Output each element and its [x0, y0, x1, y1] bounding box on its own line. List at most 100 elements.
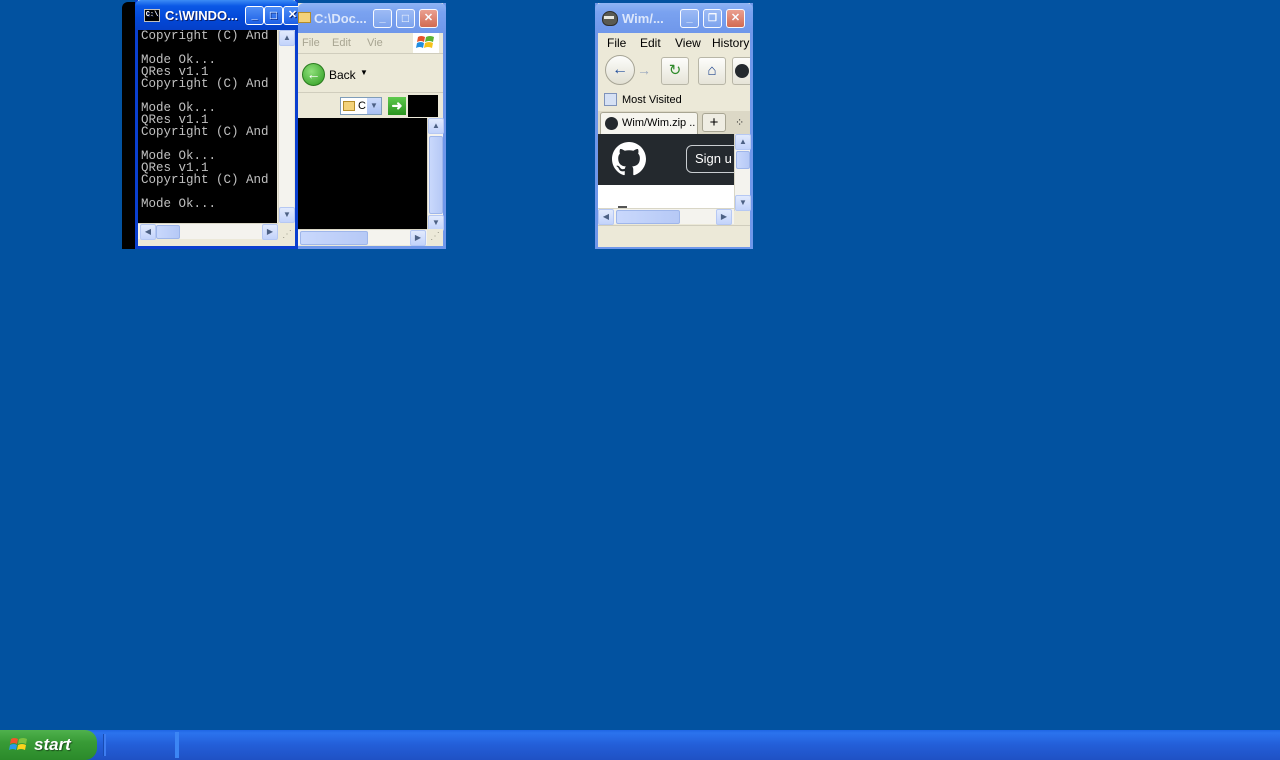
- taskbar-divider: [175, 732, 179, 758]
- explorer-address-bar: C ▼ ➜: [298, 93, 443, 118]
- explorer-vertical-scrollbar[interactable]: ▲ ▼: [427, 118, 444, 231]
- reload-button[interactable]: ↻: [661, 57, 689, 85]
- explorer-titlebar[interactable]: C:\Doc... _ □ ✕: [298, 3, 446, 33]
- scroll-up-button[interactable]: ▲: [428, 118, 444, 134]
- github-header: Sign u: [598, 134, 746, 185]
- reload-icon: ↻: [668, 62, 682, 79]
- scroll-thumb[interactable]: [300, 231, 368, 245]
- close-button[interactable]: ✕: [419, 9, 438, 28]
- menu-view[interactable]: Vie: [367, 37, 383, 49]
- explorer-title: C:\Doc...: [314, 11, 367, 26]
- scroll-left-button[interactable]: ◀: [140, 224, 156, 240]
- console-line: Mode Ok...: [141, 197, 217, 211]
- github-icon: [605, 117, 618, 130]
- console-shadow-strip: [122, 2, 135, 249]
- windows-flag-icon: [9, 738, 27, 750]
- site-identity-button[interactable]: [732, 57, 750, 85]
- console-line: Copyright (C) And: [141, 30, 269, 43]
- back-arrow-icon: ←: [612, 61, 628, 78]
- scroll-up-button[interactable]: ▲: [279, 30, 295, 46]
- go-arrow-icon[interactable]: ➜: [388, 97, 406, 115]
- scroll-thumb[interactable]: [616, 210, 680, 224]
- maximize-button[interactable]: □: [264, 6, 283, 25]
- resize-grip-icon[interactable]: ⋰: [427, 229, 443, 245]
- back-dropdown-icon[interactable]: ▼: [360, 68, 368, 77]
- back-arrow-icon[interactable]: ←: [302, 63, 325, 86]
- quick-launch-divider: [103, 734, 106, 756]
- start-button[interactable]: start: [0, 730, 97, 760]
- plus-icon: +: [709, 114, 719, 131]
- minimize-button[interactable]: _: [245, 6, 264, 25]
- firefox-title: Wim/...: [622, 11, 664, 26]
- console-window[interactable]: C:\ C:\WINDO... _ □ ✕ Copyright (C) And M…: [135, 0, 302, 249]
- console-vertical-scrollbar[interactable]: ▲ ▼: [278, 30, 295, 223]
- console-title: C:\WINDO...: [165, 8, 238, 23]
- scroll-right-button[interactable]: ▶: [716, 209, 732, 225]
- page-horizontal-scrollbar[interactable]: ◀ ▶: [598, 208, 734, 225]
- minimize-button[interactable]: _: [680, 9, 699, 28]
- firefox-raccoon-eyes-icon: [604, 16, 614, 19]
- back-button[interactable]: ←: [605, 55, 635, 85]
- menu-file[interactable]: File: [607, 36, 626, 50]
- firefox-page-content[interactable]: Sign u: [598, 134, 746, 211]
- explorer-content[interactable]: [298, 118, 427, 231]
- restore-button[interactable]: ❐: [703, 9, 722, 28]
- address-input[interactable]: C ▼: [340, 97, 382, 115]
- scroll-down-button[interactable]: ▼: [279, 207, 295, 223]
- console-line: Copyright (C) And: [141, 77, 269, 91]
- address-dropdown-button[interactable]: ▼: [367, 98, 381, 114]
- scroll-up-button[interactable]: ▲: [735, 134, 751, 150]
- folder-icon: [343, 101, 355, 111]
- taskbar: start: [0, 730, 1280, 760]
- address-text: C: [358, 100, 366, 112]
- console-titlebar[interactable]: C:\ C:\WINDO... _ □ ✕: [135, 0, 302, 30]
- most-visited-bookmark[interactable]: Most Visited: [622, 94, 682, 106]
- firefox-status-bar: [598, 225, 750, 247]
- list-all-tabs-icon[interactable]: ⁘: [735, 116, 744, 129]
- scroll-thumb[interactable]: [156, 225, 180, 239]
- home-icon: ⌂: [707, 62, 717, 79]
- bookmark-page-icon: [604, 93, 617, 106]
- close-button[interactable]: ✕: [726, 9, 745, 28]
- tab-label: Wim/Wim.zip ...: [622, 117, 696, 129]
- firefox-tab-strip: Wim/Wim.zip ... + ⁘: [598, 111, 750, 134]
- firefox-menubar: File Edit View History: [598, 33, 750, 53]
- console-output[interactable]: Copyright (C) And Mode Ok... QRes v1.1 Copy…: [138, 30, 277, 223]
- start-label: start: [34, 735, 71, 754]
- firefox-titlebar[interactable]: Wim/... _ ❐ ✕: [595, 3, 753, 33]
- console-icon: C:\: [144, 9, 160, 22]
- menu-view[interactable]: View: [675, 36, 701, 50]
- explorer-horizontal-scrollbar[interactable]: ▶: [298, 229, 427, 246]
- scroll-left-button[interactable]: ◀: [598, 209, 614, 225]
- sign-up-label: Sign u: [695, 151, 732, 166]
- explorer-menubar: File Edit Vie: [298, 33, 443, 54]
- explorer-window[interactable]: C:\Doc... _ □ ✕ File Edit Vie ← Back ▼ C…: [298, 3, 446, 249]
- console-line: Copyright (C) And: [141, 125, 269, 139]
- menu-edit[interactable]: Edit: [332, 37, 351, 49]
- scroll-down-button[interactable]: ▼: [735, 195, 751, 211]
- github-icon: [735, 64, 749, 78]
- resize-grip-icon[interactable]: ⋰: [282, 229, 295, 243]
- scroll-right-button[interactable]: ▶: [262, 224, 278, 240]
- minimize-button[interactable]: _: [373, 9, 392, 28]
- maximize-button[interactable]: □: [396, 9, 415, 28]
- menu-history[interactable]: History: [712, 36, 749, 50]
- menu-file[interactable]: File: [302, 37, 320, 49]
- console-line: Copyright (C) And: [141, 173, 269, 187]
- home-button[interactable]: ⌂: [698, 57, 726, 85]
- firefox-nav-toolbar: ← → ↻ ⌂: [598, 53, 750, 89]
- scroll-thumb[interactable]: [429, 136, 443, 214]
- forward-arrow-icon[interactable]: →: [637, 62, 651, 78]
- github-logo-icon: [612, 142, 646, 176]
- back-button-label[interactable]: Back: [329, 68, 356, 82]
- tab-active[interactable]: Wim/Wim.zip ...: [600, 112, 698, 134]
- page-vertical-scrollbar[interactable]: ▲ ▼: [734, 134, 751, 211]
- scroll-thumb[interactable]: [736, 151, 750, 169]
- console-horizontal-scrollbar[interactable]: ◀ ▶: [138, 223, 278, 240]
- scroll-right-button[interactable]: ▶: [410, 230, 426, 246]
- explorer-toolbar: ← Back ▼: [298, 54, 443, 93]
- menu-edit[interactable]: Edit: [640, 36, 661, 50]
- new-tab-button[interactable]: +: [702, 113, 726, 132]
- firefox-window[interactable]: Wim/... _ ❐ ✕ File Edit View History ← →…: [595, 3, 753, 249]
- folder-icon: [298, 12, 311, 23]
